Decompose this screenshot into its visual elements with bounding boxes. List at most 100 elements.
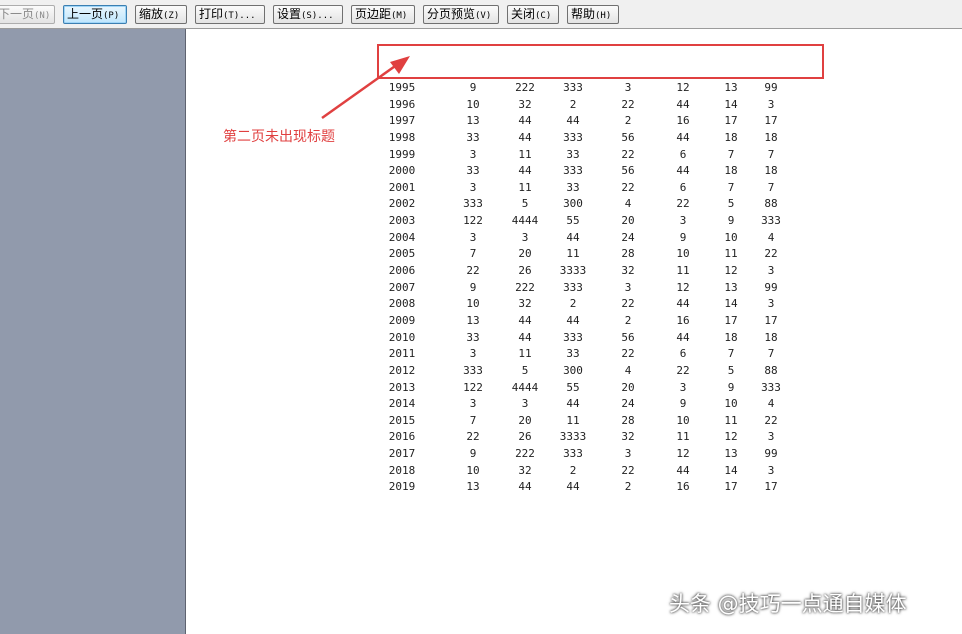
value-cell: 18 <box>764 164 778 178</box>
value-cell: 6 <box>679 180 687 194</box>
value-cell: 44 <box>566 397 580 411</box>
year-cell: 2011 <box>388 347 416 361</box>
value-cell: 2 <box>624 114 632 128</box>
value-cell: 3 <box>767 97 775 111</box>
value-cell: 11 <box>676 264 690 278</box>
year-cell: 2003 <box>388 214 416 228</box>
value-cell: 3333 <box>559 430 587 444</box>
value-cell: 44 <box>676 130 690 144</box>
value-cell: 3333 <box>559 264 587 278</box>
print-hotkey: (T)... <box>223 11 256 21</box>
next-page-button[interactable]: 下一页(N) <box>0 5 55 24</box>
zoom-button[interactable]: 缩放(Z) <box>135 5 187 24</box>
value-cell: 99 <box>764 447 778 461</box>
value-cell: 56 <box>621 130 635 144</box>
value-cell: 33 <box>566 147 580 161</box>
value-cell: 5 <box>521 197 529 211</box>
year-cell: 2018 <box>388 463 416 477</box>
value-cell: 22 <box>621 463 635 477</box>
value-cell: 11 <box>566 413 580 427</box>
year-cell: 2002 <box>388 197 416 211</box>
value-cell: 17 <box>764 480 778 494</box>
value-cell: 88 <box>764 363 778 377</box>
help-button[interactable]: 帮助(H) <box>567 5 619 24</box>
value-cell: 13 <box>466 114 480 128</box>
value-cell: 3 <box>767 297 775 311</box>
value-cell: 18 <box>764 330 778 344</box>
value-cell: 22 <box>466 264 480 278</box>
value-cell: 5 <box>521 363 529 377</box>
value-cell: 9 <box>469 81 477 94</box>
value-cell: 32 <box>621 430 635 444</box>
value-cell: 11 <box>518 180 532 194</box>
year-cell: 2001 <box>388 180 416 194</box>
setup-button[interactable]: 设置(S)... <box>273 5 343 24</box>
setup-button-label: 设置 <box>277 7 302 21</box>
value-cell: 333 <box>563 447 583 461</box>
value-cell: 7 <box>469 247 477 261</box>
value-cell: 99 <box>764 280 778 294</box>
value-cell: 4 <box>767 397 775 411</box>
value-cell: 11 <box>518 347 532 361</box>
value-cell: 9 <box>469 447 477 461</box>
value-cell: 333 <box>761 214 781 228</box>
value-cell: 20 <box>518 247 532 261</box>
value-cell: 44 <box>518 114 532 128</box>
next-page-button-label: 下一页 <box>0 7 35 21</box>
value-cell: 9 <box>679 397 687 411</box>
value-cell: 22 <box>764 247 778 261</box>
value-cell: 3 <box>469 397 477 411</box>
margins-button[interactable]: 页边距(M) <box>351 5 415 24</box>
print-button[interactable]: 打印(T)... <box>195 5 265 24</box>
value-cell: 10 <box>466 463 480 477</box>
page-break-preview-button[interactable]: 分页预览(V) <box>423 5 499 24</box>
year-cell: 2014 <box>388 397 416 411</box>
year-cell: 2015 <box>388 413 416 427</box>
value-cell: 333 <box>563 130 583 144</box>
value-cell: 13 <box>466 480 480 494</box>
value-cell: 44 <box>518 130 532 144</box>
previous-page-hotkey: (P) <box>103 11 120 21</box>
value-cell: 122 <box>463 214 483 228</box>
value-cell: 300 <box>563 197 583 211</box>
help-button-label: 帮助 <box>571 7 596 21</box>
value-cell: 7 <box>767 147 775 161</box>
value-cell: 11 <box>518 147 532 161</box>
value-cell: 28 <box>621 247 635 261</box>
value-cell: 20 <box>621 380 635 394</box>
value-cell: 32 <box>518 97 532 111</box>
value-cell: 333 <box>563 330 583 344</box>
close-hotkey: (C) <box>535 11 552 21</box>
zoom-button-label: 缩放 <box>139 7 164 21</box>
value-cell: 333 <box>563 164 583 178</box>
value-cell: 2 <box>569 97 577 111</box>
year-cell: 2006 <box>388 264 416 278</box>
value-cell: 2 <box>624 480 632 494</box>
year-cell: 2012 <box>388 363 416 377</box>
value-cell: 222 <box>515 280 535 294</box>
value-cell: 3 <box>624 280 632 294</box>
value-cell: 44 <box>676 463 690 477</box>
value-cell: 3 <box>624 81 632 94</box>
value-cell: 3 <box>521 397 529 411</box>
value-cell: 32 <box>621 264 635 278</box>
value-cell: 9 <box>469 280 477 294</box>
value-cell: 3 <box>469 347 477 361</box>
value-cell: 7 <box>767 180 775 194</box>
value-cell: 333 <box>761 380 781 394</box>
value-cell: 44 <box>676 330 690 344</box>
year-cell: 2013 <box>388 380 416 394</box>
close-button[interactable]: 关闭(C) <box>507 5 559 24</box>
previous-page-button[interactable]: 上一页(P) <box>63 5 127 24</box>
value-cell: 17 <box>764 313 778 327</box>
value-cell: 22 <box>621 297 635 311</box>
year-cell: 1998 <box>388 130 416 144</box>
year-cell: 2005 <box>388 247 416 261</box>
value-cell: 3 <box>767 430 775 444</box>
value-cell: 26 <box>518 264 532 278</box>
value-cell: 3 <box>469 230 477 244</box>
value-cell: 22 <box>621 180 635 194</box>
value-cell: 3 <box>521 230 529 244</box>
value-cell: 33 <box>566 347 580 361</box>
value-cell: 22 <box>466 430 480 444</box>
